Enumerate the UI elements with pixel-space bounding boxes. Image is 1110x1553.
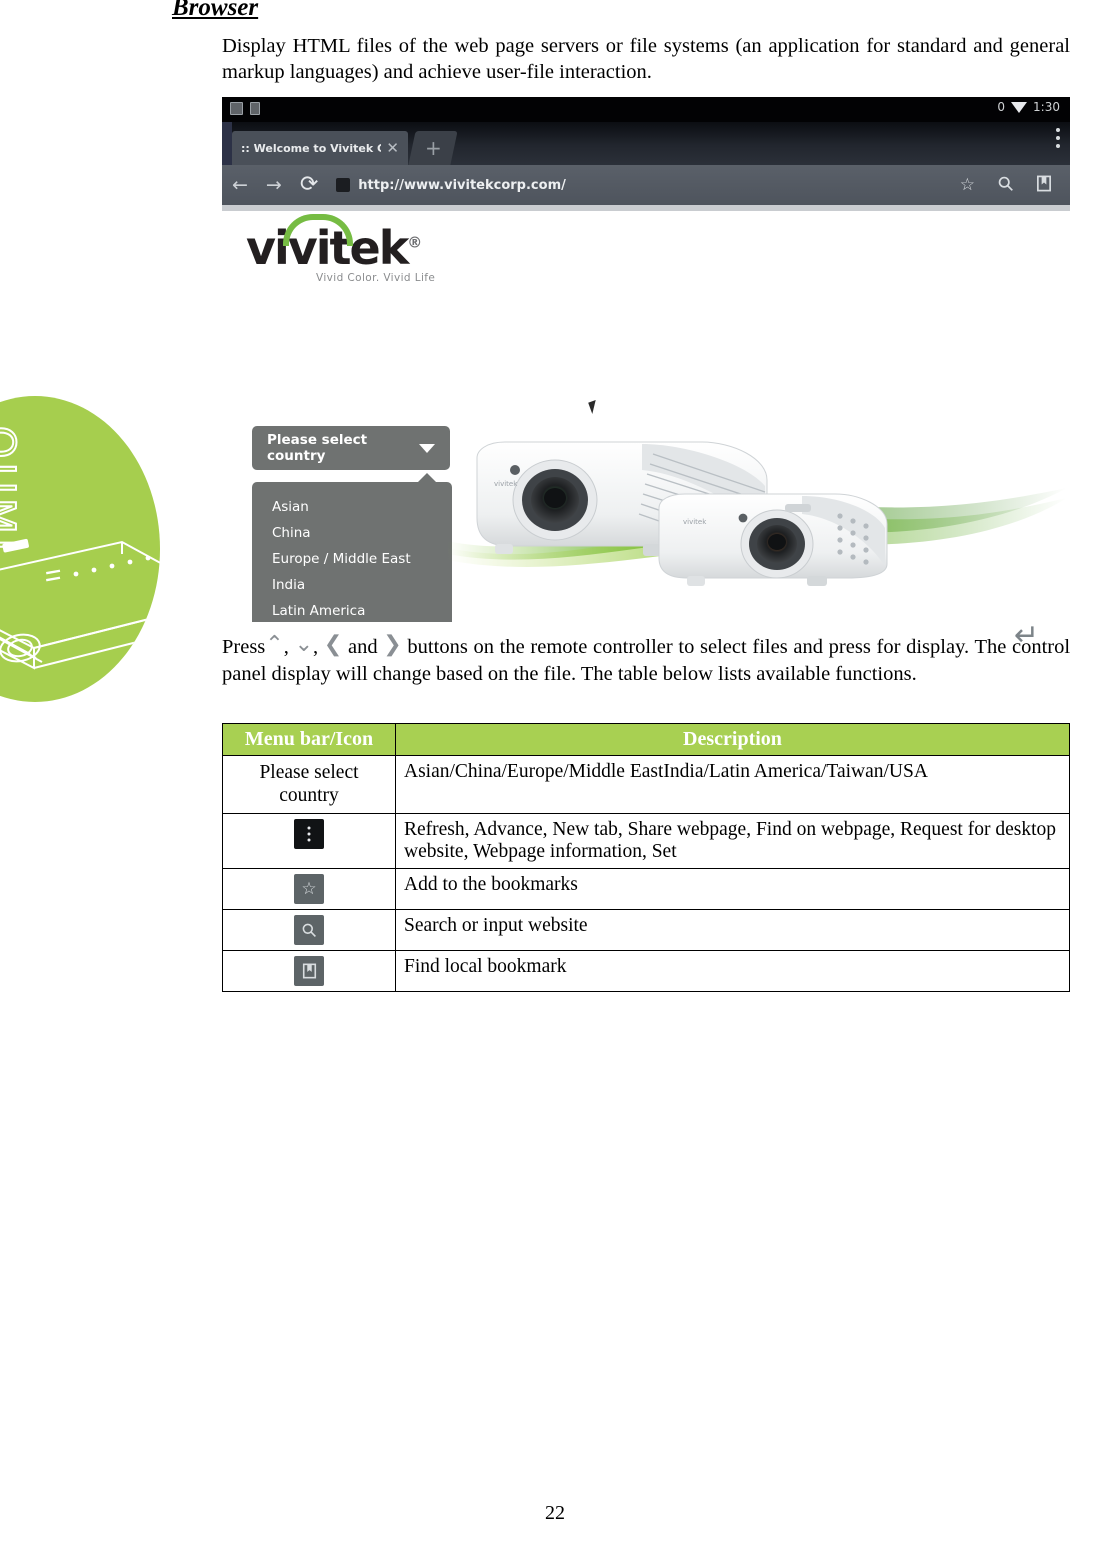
row-description-bookmark: Find local bookmark xyxy=(395,949,1070,992)
row-icon-search xyxy=(222,908,396,951)
battery-label: 0 xyxy=(997,100,1006,114)
forward-icon[interactable]: → xyxy=(266,175,282,195)
status-bar-right-icons: 0 1:30 xyxy=(997,100,1060,114)
vivitek-arc-icon xyxy=(283,214,353,246)
table-header-menu-icon: Menu bar/Icon xyxy=(222,723,396,756)
table-row: Search or input website xyxy=(222,908,1070,951)
page-favicon-icon xyxy=(336,178,351,192)
three-dot-menu-icon xyxy=(294,818,324,849)
table-row: Refresh, Advance, New tab, Share webpage… xyxy=(222,812,1070,869)
press-tail-1: buttons on the remote controller to sele… xyxy=(407,636,871,658)
intro-paragraph: Display HTML files of the web page serve… xyxy=(222,35,1070,83)
row-icon-star: ☆ xyxy=(222,867,396,910)
row-description-menu: Refresh, Advance, New tab, Share webpage… xyxy=(395,812,1070,869)
plus-icon: + xyxy=(424,136,442,160)
three-dot-menu-icon xyxy=(1056,128,1060,148)
browser-tab-title: :: Welcome to Vivitek Cor... xyxy=(241,141,382,155)
browser-tab-bar: :: Welcome to Vivitek Cor... ✕ + xyxy=(222,122,1070,165)
press-conjunction: and xyxy=(347,636,378,658)
projector-outline-icon xyxy=(0,538,160,670)
enter-key-icon: ↵ xyxy=(1014,618,1040,653)
svg-text:vivitek: vivitek xyxy=(494,480,518,488)
row-icon-menu xyxy=(222,812,396,869)
reload-icon[interactable]: ⟳ xyxy=(300,174,318,196)
row-label-country: Please select country xyxy=(222,755,396,814)
new-tab-button[interactable]: + xyxy=(408,131,458,165)
wifi-icon xyxy=(1011,101,1028,113)
browser-url-bar: ← → ⟳ http://www.vivitekcorp.com/ ☆ xyxy=(222,165,1070,205)
registered-mark-icon: ® xyxy=(407,233,422,252)
right-arrow-key-icon: ❯ xyxy=(383,632,402,657)
svg-text:vivitek: vivitek xyxy=(683,518,707,526)
close-icon[interactable]: ✕ xyxy=(381,140,404,156)
clock-label: 1:30 xyxy=(1033,100,1060,114)
star-icon[interactable]: ☆ xyxy=(960,176,975,194)
down-arrow-key-icon: ⌄ xyxy=(294,632,313,657)
qumi-brand-badge: QUMI xyxy=(0,396,160,702)
country-dropdown-menu: Asian China Europe / Middle East India L… xyxy=(252,473,452,622)
row-description-search: Search or input website xyxy=(395,908,1070,951)
country-option-latin-america[interactable]: Latin America xyxy=(252,598,452,622)
remote-instructions-paragraph: Press⌃, ⌄, ❮ and ❯ buttons on the remote… xyxy=(222,632,1071,686)
search-icon[interactable] xyxy=(997,175,1014,196)
sd-card-icon xyxy=(250,102,260,115)
browser-screenshot: 0 1:30 :: Welcome to Vivitek Cor... ✕ + … xyxy=(222,97,1070,622)
country-option-asian[interactable]: Asian xyxy=(252,494,452,520)
country-select-label: Please select country xyxy=(267,432,368,464)
up-arrow-key-icon: ⌃ xyxy=(265,632,284,657)
chevron-down-icon xyxy=(419,443,435,453)
bookmark-icon xyxy=(294,955,324,986)
table-row: ☆ Add to the bookmarks xyxy=(222,867,1070,910)
star-icon: ☆ xyxy=(294,873,324,904)
row-icon-bookmark xyxy=(222,949,396,992)
status-bar-left-icons xyxy=(230,102,260,115)
table-header-row: Menu bar/Icon Description xyxy=(222,723,1070,756)
url-input[interactable]: http://www.vivitekcorp.com/ xyxy=(358,178,959,193)
country-select-button[interactable]: Please select country xyxy=(252,426,450,470)
table-row: Find local bookmark xyxy=(222,949,1070,992)
browser-functions-table: Menu bar/Icon Description Please select … xyxy=(222,723,1070,992)
row-description-star: Add to the bookmarks xyxy=(395,867,1070,910)
web-page-content: vivitek® Vivid Color. Vivid Life Please … xyxy=(222,211,1070,622)
row-description-country: Asian/China/Europe/Middle EastIndia/Lati… xyxy=(395,755,1070,814)
back-icon[interactable]: ← xyxy=(232,175,248,195)
country-option-india[interactable]: India xyxy=(252,572,452,598)
search-icon xyxy=(294,914,324,945)
vivitek-logo: vivitek® Vivid Color. Vivid Life xyxy=(246,214,446,284)
android-status-bar: 0 1:30 xyxy=(222,97,1070,122)
browser-tab[interactable]: :: Welcome to Vivitek Cor... ✕ xyxy=(232,131,408,165)
left-arrow-key-icon: ❮ xyxy=(323,632,343,657)
table-header-description: Description xyxy=(395,723,1070,756)
mouse-cursor-icon xyxy=(588,399,600,415)
projector-small: vivitek xyxy=(658,493,888,586)
press-lead: Press xyxy=(222,636,266,658)
country-option-china[interactable]: China xyxy=(252,520,452,546)
vivitek-wordmark: vivitek® xyxy=(246,214,446,271)
tab-bar-left-accent xyxy=(222,122,232,165)
page-number: 22 xyxy=(545,1502,565,1524)
bookmark-icon[interactable] xyxy=(1036,175,1052,196)
table-row: Please select country Asian/China/Europe… xyxy=(222,755,1070,814)
browser-overflow-menu-button[interactable] xyxy=(1056,128,1060,148)
url-bar-actions: ☆ xyxy=(960,175,1060,196)
screenshot-icon xyxy=(230,102,243,115)
page-title: Browser xyxy=(172,0,259,21)
projector-product-image: vivitek vivitek xyxy=(447,441,1067,586)
country-option-europe-middle-east[interactable]: Europe / Middle East xyxy=(252,546,452,572)
